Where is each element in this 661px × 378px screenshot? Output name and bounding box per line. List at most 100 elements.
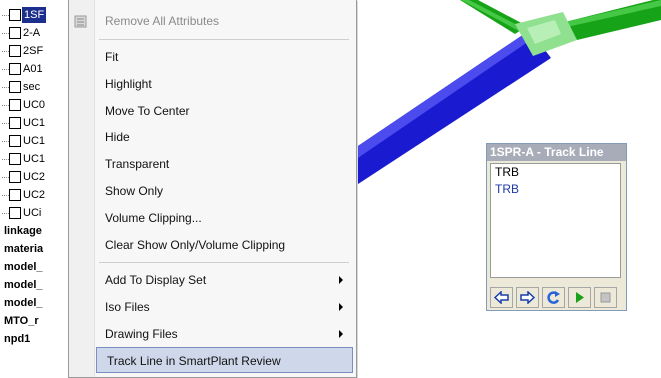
submenu-arrow-icon [339,276,343,284]
menu-item-volume-clipping[interactable]: Volume Clipping... [95,205,353,231]
menu-item-remove-all-attributes: Remove All Attributes [74,8,353,34]
checkbox[interactable] [9,171,21,183]
context-menu: Remove All Attributes Fit Highlight Move… [68,0,357,378]
tree-connector [2,177,9,178]
tree-item[interactable]: model_ [0,295,68,311]
list-item[interactable]: TRB [491,164,620,181]
submenu-arrow-icon [339,330,343,338]
tree-item-label: linkage [4,225,42,237]
menu-separator [99,39,349,40]
tree-item-label: UC1 [23,117,46,129]
tree-item-label: npd1 [4,333,31,345]
checkbox[interactable] [9,135,21,147]
menu-item-drawing-files[interactable]: Drawing Files [95,321,353,347]
checkbox[interactable] [9,117,21,129]
tree-connector [2,15,9,16]
play-icon [576,292,584,303]
tree-item-label: 2SF [23,45,44,57]
checkbox[interactable] [9,153,21,165]
tree-connector [2,213,9,214]
menu-item-move-to-center[interactable]: Move To Center [95,98,353,124]
tree-item[interactable]: UC1 [0,133,68,149]
model-tree: 1SF 2-A 2SF A01 sec UC0 UC1 UC1 UC1 UC2 … [0,0,68,377]
tree-item-label: MTO_r [4,315,39,327]
tree-item-label: UC0 [23,99,46,111]
menu-item-label: Remove All Attributes [105,14,220,28]
menu-item-track-line[interactable]: Track Line in SmartPlant Review [96,347,353,373]
blue-pipe-highlight [355,30,535,160]
tree-item[interactable]: model_ [0,259,68,275]
checkbox[interactable] [9,81,21,93]
menu-item-add-to-display-set[interactable]: Add To Display Set [95,267,353,293]
tree-item[interactable]: 1SF [0,7,68,23]
menu-item-label: Highlight [105,77,152,91]
checkbox[interactable] [9,45,21,57]
menu-item-label: Track Line in SmartPlant Review [107,354,281,368]
tree-item[interactable]: UC2 [0,187,68,203]
list-item[interactable]: TRB [491,181,620,198]
tree-item[interactable]: 2SF [0,43,68,59]
refresh-icon [547,291,560,304]
tree-item[interactable]: sec [0,79,68,95]
checkbox[interactable] [9,189,21,201]
forward-arrow-icon [520,291,535,304]
stop-button[interactable] [594,287,617,308]
tree-item-label: A01 [23,63,43,75]
menu-separator [99,262,349,263]
menu-item-iso-files[interactable]: Iso Files [95,294,353,320]
tree-item[interactable]: UC0 [0,97,68,113]
menu-item-label: Move To Center [105,104,190,118]
tree-item-label: UC1 [23,153,46,165]
menu-item-fit[interactable]: Fit [95,44,353,70]
checkbox[interactable] [9,63,21,75]
track-line-list[interactable]: TRB TRB [490,163,621,278]
track-line-dialog: 1SPR-A - Track Line TRB TRB [486,143,627,311]
tree-connector [2,195,9,196]
tree-item[interactable]: A01 [0,61,68,77]
menu-item-hide[interactable]: Hide [95,124,353,150]
menu-item-label: Drawing Files [105,327,178,341]
tree-connector [2,87,9,88]
menu-item-transparent[interactable]: Transparent [95,151,353,177]
tree-item[interactable]: model_ [0,277,68,293]
refresh-button[interactable] [542,287,565,308]
tree-connector [2,123,9,124]
tree-item-label: UC1 [23,135,46,147]
back-button[interactable] [490,287,513,308]
menu-item-highlight[interactable]: Highlight [95,71,353,97]
tree-connector [2,33,9,34]
forward-button[interactable] [516,287,539,308]
tree-item[interactable]: linkage [0,223,68,239]
menu-item-clear-show-only[interactable]: Clear Show Only/Volume Clipping [95,232,353,258]
dialog-title[interactable]: 1SPR-A - Track Line [487,144,626,161]
tree-item-label: model_ [4,297,43,309]
checkbox[interactable] [9,99,21,111]
tree-item[interactable]: materia [0,241,68,257]
menu-item-label: Iso Files [105,300,150,314]
checkbox[interactable] [9,27,21,39]
menu-item-label: Fit [105,50,119,64]
menu-item-show-only[interactable]: Show Only [95,178,353,204]
tree-item[interactable]: UC2 [0,169,68,185]
tree-item-label: UCi [23,207,42,219]
tree-item[interactable]: MTO_r [0,313,68,329]
tree-item[interactable]: UC1 [0,151,68,167]
tree-item[interactable]: UC1 [0,115,68,131]
menu-item-label: Add To Display Set [105,273,207,287]
tree-item-label: sec [23,81,41,93]
tree-item[interactable]: 2-A [0,25,68,41]
tree-item-label: UC2 [23,189,46,201]
checkbox[interactable] [9,207,21,219]
tree-connector [2,141,9,142]
tree-item[interactable]: npd1 [0,331,68,347]
checkbox[interactable] [9,9,21,21]
green-pipe-highlight [461,0,523,31]
tree-item[interactable]: UCi [0,205,68,221]
play-button[interactable] [568,287,591,308]
menu-item-label: Clear Show Only/Volume Clipping [105,238,286,252]
back-arrow-icon [494,291,509,304]
tree-item-label: 2-A [23,27,41,39]
tree-connector [2,105,9,106]
tree-item-label: materia [4,243,44,255]
menu-item-label: Volume Clipping... [105,211,202,225]
